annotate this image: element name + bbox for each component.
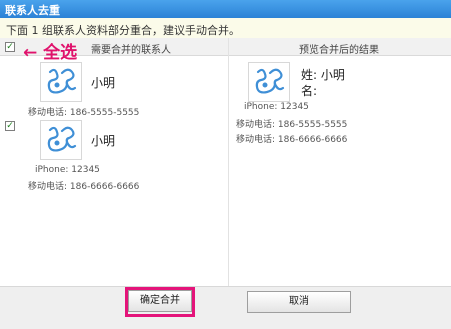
- dialog-footer: [0, 286, 451, 329]
- select-all-annotation: ← 全选: [23, 43, 78, 63]
- contact-field: 移动电话: 186-5555-5555: [28, 108, 140, 118]
- rabbit-avatar-icon: [47, 68, 77, 94]
- preview-field: iPhone: 12345: [244, 102, 309, 112]
- preview-field: 移动电话: 186-5555-5555: [236, 120, 348, 130]
- cancel-button[interactable]: 取消: [247, 291, 351, 313]
- contact-name: 小明: [91, 134, 116, 148]
- contact-field: 移动电话: 186-6666-6666: [28, 182, 140, 192]
- column-divider: [228, 38, 229, 286]
- rabbit-avatar-icon: [47, 126, 77, 152]
- contact-field: iPhone: 12345: [35, 165, 100, 175]
- contact-avatar: [40, 120, 82, 160]
- contact-name: 小明: [91, 76, 116, 90]
- preview-field: 移动电话: 186-6666-6666: [236, 135, 348, 145]
- rabbit-avatar-icon: [255, 68, 285, 94]
- confirm-merge-button[interactable]: 确定合并: [128, 290, 192, 312]
- window-title: 联系人去重: [5, 4, 60, 17]
- contact-avatar: [40, 62, 82, 102]
- notice-text: 下面 1 组联系人资料部分重合，建议手动合并。: [6, 24, 240, 37]
- preview-avatar: [248, 62, 290, 102]
- contact-checkbox[interactable]: ✓: [5, 121, 15, 131]
- preview-last-name: 姓: 小明: [301, 68, 345, 82]
- title-bar: [0, 0, 451, 18]
- left-column-header: 需要合并的联系人: [91, 45, 171, 56]
- checkmark-icon: ✓: [6, 42, 14, 52]
- select-all-checkbox[interactable]: ✓: [5, 42, 15, 52]
- preview-first-name: 名:: [301, 84, 318, 98]
- right-column-header: 预览合并后的结果: [299, 45, 379, 56]
- checkmark-icon: ✓: [6, 121, 14, 131]
